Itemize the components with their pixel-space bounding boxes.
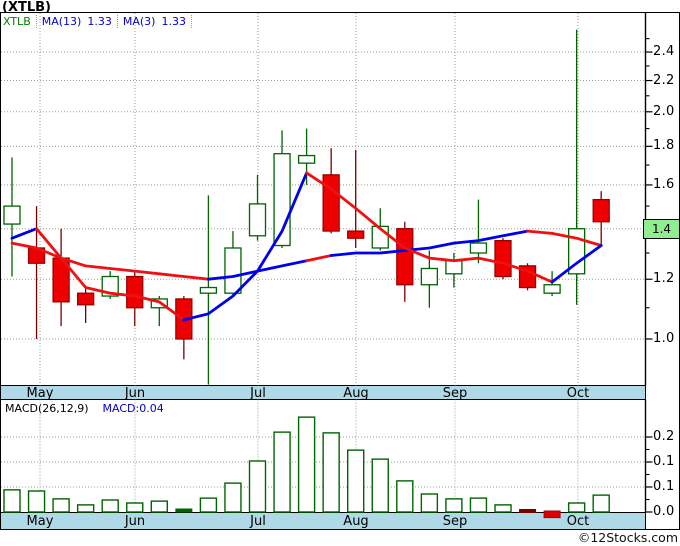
macd-bar	[52, 498, 70, 513]
current-price-value: 1.4	[651, 222, 672, 236]
legend-divider	[190, 14, 192, 28]
month-label: Oct	[566, 514, 590, 529]
month-label: Sep	[442, 514, 468, 529]
legend-divider	[35, 14, 37, 28]
price-axis-label: 1.8	[653, 138, 675, 154]
macd-bar	[445, 498, 463, 513]
candle-body	[592, 198, 610, 223]
ma13-line	[526, 229, 603, 247]
month-label: Sep	[442, 386, 468, 401]
candle-body	[494, 239, 512, 278]
macd-legend: MACD(26,12,9) MACD:0.04	[5, 402, 164, 415]
month-label: Jun	[124, 514, 146, 529]
candle-body	[396, 228, 414, 286]
macd-bar	[347, 449, 365, 513]
candle-body	[77, 292, 95, 306]
candle-body	[347, 230, 365, 239]
price-legend: XTLB MA(13) 1.33 MA(3) 1.33	[3, 14, 197, 28]
ma13-line	[305, 254, 333, 263]
candle-body	[224, 247, 242, 294]
candle-body	[3, 205, 21, 225]
current-price-badge: 1.4	[643, 219, 680, 239]
chart-canvas	[0, 12, 680, 530]
ma3-line	[10, 227, 38, 240]
month-label: Jul	[250, 386, 266, 401]
macd-bar	[248, 460, 267, 513]
candle-body	[543, 284, 561, 294]
price-axis-label: 1.2	[653, 271, 675, 287]
macd-bar	[396, 480, 414, 513]
candle-body	[126, 275, 144, 309]
ma3-value: 1.33	[161, 14, 186, 28]
macd-bar	[150, 500, 169, 513]
macd-bar	[494, 504, 512, 513]
macd-axis-label: 0.2	[653, 429, 675, 444]
ma13-label: MA(13)	[41, 14, 82, 28]
macd-bar	[297, 416, 316, 513]
month-strip-upper	[0, 385, 646, 400]
macd-params-label: MACD(26,12,9)	[5, 402, 89, 415]
macd-axis-label: 0.0	[653, 504, 675, 519]
copyright-label: ©12Stocks.com	[577, 530, 678, 545]
month-label: May	[26, 514, 54, 529]
candle-body	[199, 286, 218, 294]
macd-bar	[101, 499, 119, 513]
ma3-label: MA(3)	[122, 14, 156, 28]
month-label: Aug	[343, 386, 369, 401]
month-label: Jul	[250, 514, 266, 529]
ma13-value: 1.33	[87, 14, 112, 28]
macd-bar	[3, 489, 21, 513]
month-label: Aug	[343, 514, 369, 529]
month-label: Jun	[124, 386, 146, 401]
month-label: Oct	[566, 386, 590, 401]
page-title: (XTLB)	[2, 0, 51, 15]
macd-bar	[224, 482, 242, 513]
macd-bar	[567, 502, 586, 513]
macd-value-label: MACD:0.04	[102, 402, 164, 415]
symbol-label: XTLB	[3, 14, 31, 28]
candle-body	[469, 242, 488, 254]
price-axis-label: 2.0	[653, 103, 675, 119]
macd-bar	[592, 494, 610, 513]
macd-bar	[322, 432, 340, 513]
macd-axis-label: 0.1	[653, 478, 675, 494]
stock-chart-page: (XTLB) XTLB MA(13) 1.33 MA(3) 1.33 MACD(…	[0, 0, 680, 546]
month-label: May	[26, 386, 54, 401]
price-axis-label: 1.0	[653, 331, 675, 346]
macd-bar	[175, 508, 193, 513]
price-axis-label: 1.6	[653, 176, 675, 192]
macd-bar	[76, 504, 95, 513]
macd-bar	[469, 497, 488, 513]
candle-body	[248, 203, 267, 237]
macd-bar	[371, 458, 389, 513]
candle-body	[445, 260, 463, 275]
macd-bar	[199, 497, 218, 513]
candle-body	[420, 267, 439, 286]
macd-axis-label: 0.1	[653, 454, 675, 469]
price-axis-label: 2.4	[653, 44, 675, 60]
legend-divider	[116, 14, 118, 28]
candle-body	[297, 154, 316, 164]
macd-bar	[519, 509, 537, 513]
macd-bar	[273, 431, 291, 513]
candle-body	[322, 174, 340, 232]
macd-bar	[126, 502, 144, 513]
macd-bar	[27, 490, 46, 513]
price-axis-label: 2.2	[653, 72, 675, 88]
macd-bar	[420, 493, 439, 513]
